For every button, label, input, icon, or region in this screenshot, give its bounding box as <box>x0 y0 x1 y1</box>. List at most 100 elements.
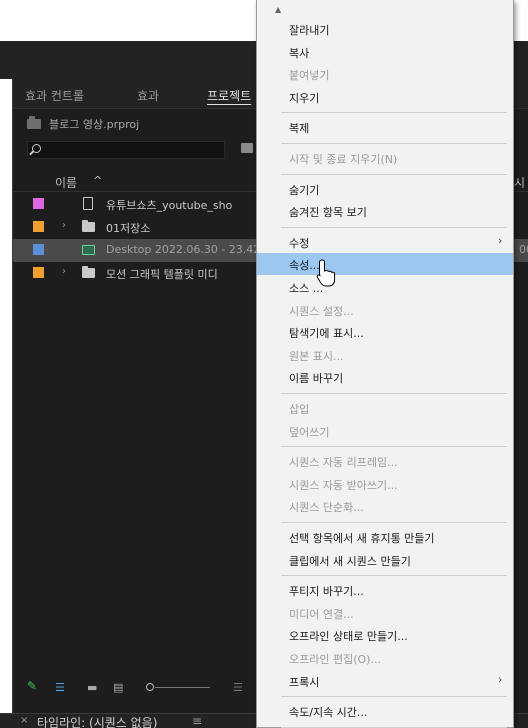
label-color-swatch[interactable] <box>33 267 44 278</box>
name-column-label[interactable]: 이름 <box>55 174 77 191</box>
folder-icon <box>82 220 95 232</box>
menu-item-label: 속도/지속 시간... <box>289 706 368 720</box>
timeline-title[interactable]: 타임라인: (시퀀스 없음) <box>37 714 157 728</box>
menu-item-label: 속성... <box>289 259 320 273</box>
label-color-swatch[interactable] <box>33 221 44 232</box>
menu-separator <box>281 393 507 394</box>
menu-item-label: 지우기 <box>289 91 320 105</box>
menu-item-label: 푸티지 바꾸기... <box>289 585 364 599</box>
tab-effects[interactable]: 효과 <box>137 87 159 104</box>
menu-item[interactable]: 속성... <box>257 253 513 276</box>
label-color-swatch[interactable] <box>33 198 44 209</box>
list-view-icon[interactable]: ☰ <box>55 681 65 694</box>
menu-item-label: 숨기기 <box>289 183 320 197</box>
sort-icon[interactable]: ☰ <box>233 681 243 694</box>
menu-item[interactable]: 수정 › <box>257 231 513 253</box>
project-file-row: 블로그 영상.prproj <box>27 116 139 132</box>
menu-item-label: 시퀀스 설정... <box>289 304 354 318</box>
menu-item[interactable]: 붙여넣기 <box>257 63 513 85</box>
menu-item[interactable]: 시퀀스 자동 리프레임... <box>257 450 513 472</box>
menu-item-label: 이름 바꾸기 <box>289 372 344 386</box>
menu-item-label: 선택 항목에서 새 휴지통 만들기 <box>289 532 435 545</box>
menu-separator <box>281 522 507 523</box>
menu-separator <box>281 446 507 448</box>
expand-chevron-icon[interactable]: › <box>62 220 66 231</box>
menu-item[interactable]: 시퀀스 자동 받아쓰기... <box>257 473 513 495</box>
submenu-arrow-icon: › <box>498 672 503 686</box>
search-icon <box>32 144 41 153</box>
menu-item[interactable]: 오프라인 편집(O)... <box>257 647 513 669</box>
menu-item-label: 시퀀스 단순화... <box>289 501 364 515</box>
menu-item[interactable]: 푸티지 바꾸기... <box>257 579 513 601</box>
menu-item-label: 숨겨진 항목 보기 <box>289 206 367 220</box>
menu-item[interactable]: 숨겨진 항목 보기 <box>257 200 513 222</box>
project-item-name: 유튜브쇼츠_youtube_sho <box>106 199 233 212</box>
menu-separator <box>281 575 507 577</box>
menu-separator <box>281 143 507 144</box>
menu-item-label: 수정 <box>289 236 310 250</box>
menu-item[interactable]: 원본 표시... <box>257 344 513 366</box>
item-column-value: 00 <box>519 243 528 256</box>
menu-item-label: 삽입 <box>289 403 310 416</box>
menu-item-label: 미디어 연결... <box>289 607 354 621</box>
sequence-file-icon <box>83 197 93 210</box>
menu-item-label: 시퀀스 자동 리프레임... <box>289 456 398 470</box>
menu-item[interactable]: 덮어쓰기 <box>257 420 513 442</box>
menu-item[interactable]: 속도/지속 시간... <box>257 700 513 722</box>
search-field[interactable] <box>27 141 225 159</box>
panel-menu-icon[interactable]: ≡ <box>192 714 202 728</box>
menu-item-label: 프록시 <box>289 675 320 689</box>
menu-item[interactable]: 선택 항목에서 새 휴지통 만들기 <box>257 526 513 548</box>
next-column-label[interactable]: 시 <box>514 174 525 191</box>
menu-item[interactable]: 복제 <box>257 116 513 138</box>
search-input[interactable] <box>44 142 219 158</box>
menu-item[interactable]: 이름 바꾸기 <box>257 366 513 388</box>
expand-chevron-icon[interactable]: › <box>62 266 66 277</box>
menu-item-label: 탐색기에 표시... <box>289 327 364 341</box>
folder-icon <box>82 266 95 278</box>
tab-project[interactable]: 프로젝트 <box>207 87 251 104</box>
menu-item-label: 오프라인 편집(O)... <box>289 653 381 666</box>
project-item-name: 모션 그래픽 템플릿 미디 <box>106 268 218 281</box>
menu-item-label: 복제 <box>289 122 310 136</box>
project-item-name: 01저장소 <box>106 222 151 235</box>
menu-separator <box>281 173 507 175</box>
menu-item[interactable]: 미디어 연결... <box>257 602 513 624</box>
zoom-slider-handle[interactable] <box>146 683 154 691</box>
menu-item-label: 덮어쓰기 <box>289 425 330 439</box>
sequence-icon <box>82 245 95 255</box>
new-bin-icon[interactable] <box>241 143 253 153</box>
menu-item[interactable]: 탐색기에 표시... <box>257 321 513 343</box>
tab-effect-controls[interactable]: 효과 컨트롤 <box>25 87 84 104</box>
icon-view-icon[interactable]: ▬ <box>87 681 97 694</box>
menu-item[interactable]: 소스 ... <box>257 276 513 298</box>
label-color-swatch[interactable] <box>33 244 44 255</box>
freeform-view-icon[interactable]: ▤ <box>113 681 123 694</box>
close-icon[interactable]: × <box>20 715 28 726</box>
menu-item[interactable]: 복사 <box>257 41 513 63</box>
menu-item[interactable]: 시퀀스 설정... <box>257 299 513 321</box>
menu-item[interactable]: 잘라내기 <box>257 18 513 40</box>
zoom-slider-track[interactable] <box>155 687 210 688</box>
pencil-icon[interactable]: ✎ <box>27 679 37 693</box>
menu-item[interactable]: 시작 및 종료 지우기(N) <box>257 147 513 169</box>
menu-item[interactable]: 프록시 › <box>257 670 513 692</box>
menu-item-label: 잘라내기 <box>289 24 330 37</box>
menu-separator <box>281 112 507 114</box>
menu-item-label: 붙여넣기 <box>289 69 330 83</box>
menu-item-label: 시작 및 종료 지우기(N) <box>289 153 398 166</box>
sort-ascending-icon[interactable]: ^ <box>93 174 102 187</box>
menu-item[interactable]: 시퀀스 단순화... <box>257 495 513 517</box>
menu-separator <box>281 696 507 698</box>
menu-item[interactable]: 오프라인 상태로 만들기... <box>257 624 513 646</box>
menu-item[interactable]: 클립에서 새 시퀀스 만들기 <box>257 549 513 571</box>
menu-item[interactable]: 지우기 <box>257 86 513 108</box>
menu-item-label: 오프라인 상태로 만들기... <box>289 630 408 644</box>
menu-item[interactable]: 삽입 <box>257 397 513 419</box>
project-item-name: Desktop 2022.06.30 - 23.42 <box>106 243 261 256</box>
menu-item-label: 클립에서 새 시퀀스 만들기 <box>289 554 411 568</box>
scroll-up-icon[interactable]: ▲ <box>275 5 281 14</box>
menu-item-label: 원본 표시... <box>289 349 344 363</box>
menu-item[interactable]: 숨기기 <box>257 178 513 200</box>
context-menu: ▲ 잘라내기복사붙여넣기지우기복제시작 및 종료 지우기(N) 숨기기숨겨진 항목… <box>256 0 514 728</box>
